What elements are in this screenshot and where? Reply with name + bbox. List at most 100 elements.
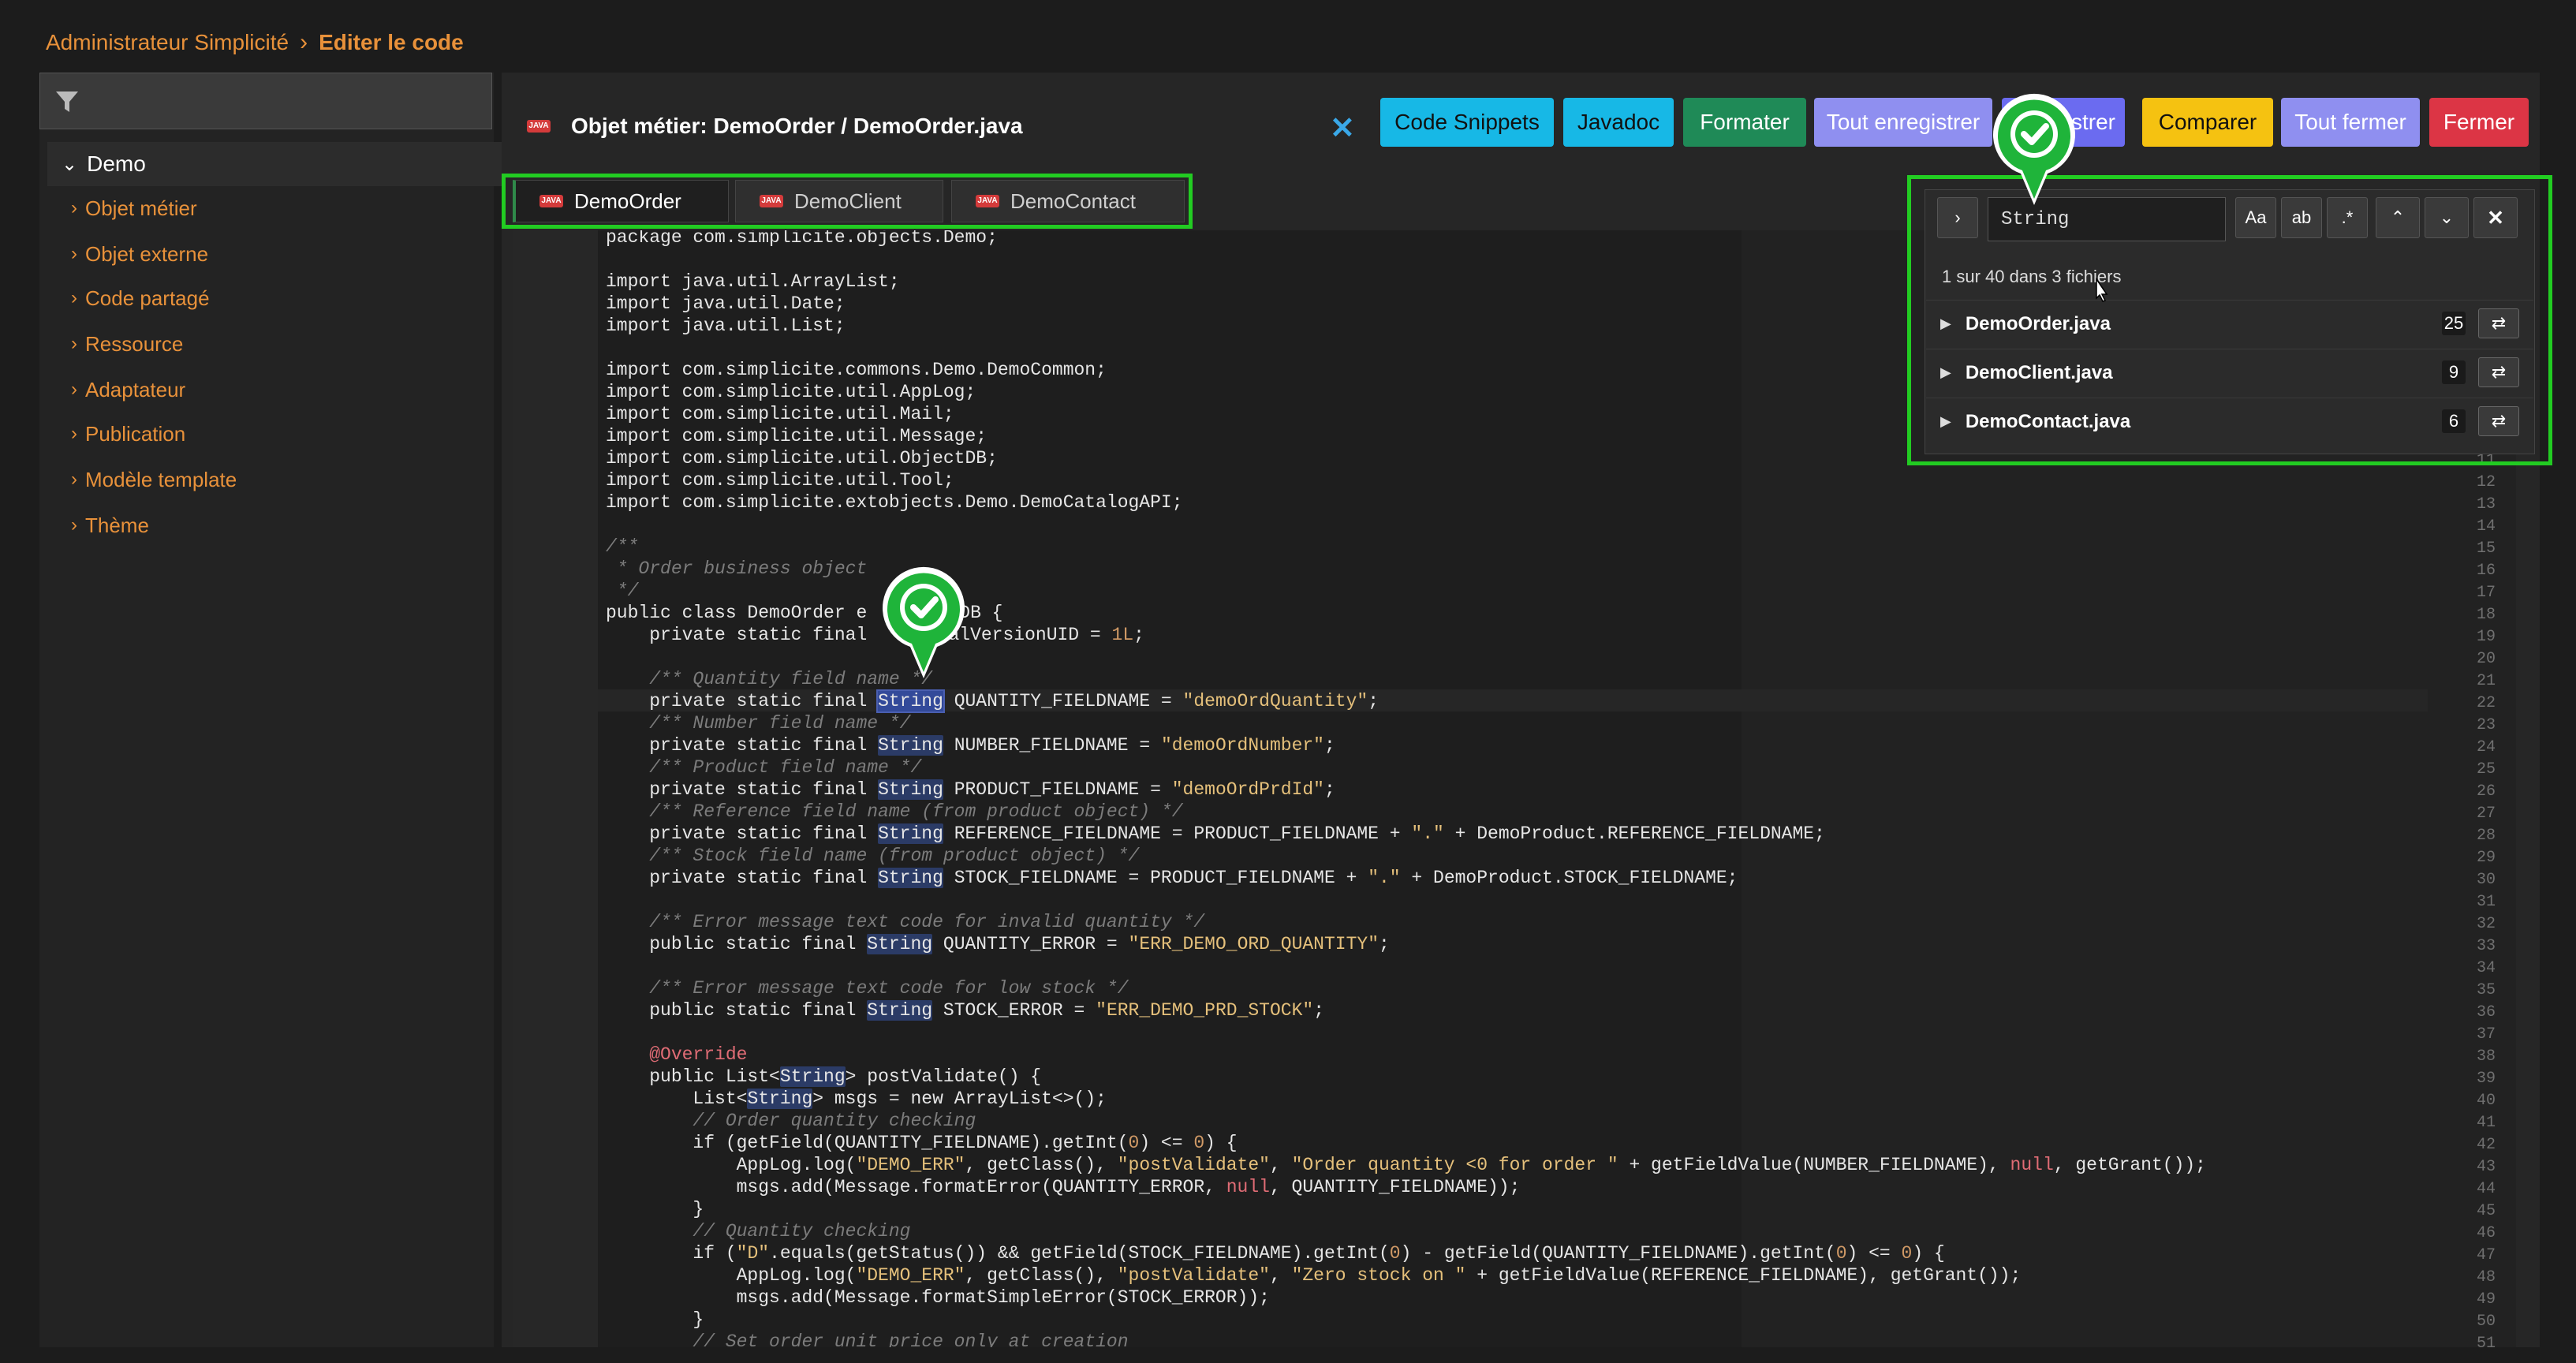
sidebar-item-label: Thème — [85, 513, 149, 537]
search-match: String — [867, 934, 933, 954]
search-match: String — [878, 823, 943, 844]
code-line: // Quantity checking — [606, 1221, 911, 1242]
javadoc-button[interactable]: Javadoc — [1563, 98, 1674, 147]
sidebar-item-label: Publication — [85, 421, 186, 446]
search-match: String — [747, 1089, 813, 1109]
line-number: 51 — [2476, 1335, 2496, 1347]
code-line: public static final String STOCK_ERROR =… — [606, 1000, 1324, 1021]
code-line: // Order quantity checking — [606, 1111, 976, 1131]
line-number: 32 — [2476, 915, 2496, 933]
code-line: import com.simplicite.extobjects.Demo.De… — [606, 492, 1183, 513]
check-marker-icon — [1993, 93, 2075, 205]
code-line: if (getField(QUANTITY_FIELDNAME).getInt(… — [606, 1133, 1238, 1153]
breadcrumb-current: Editer le code — [319, 30, 464, 54]
line-number: 19 — [2476, 628, 2496, 646]
code-line: public List<String> postValidate() { — [606, 1066, 1042, 1087]
code-line: import com.simplicite.util.Message; — [606, 426, 987, 446]
line-number: 44 — [2476, 1180, 2496, 1198]
line-number: 14 — [2476, 517, 2496, 536]
comparer-button[interactable]: Comparer — [2142, 98, 2273, 147]
code-line: package com.simplicite.objects.Demo; — [606, 230, 998, 248]
code-line: private static final erialVersionUID = 1… — [606, 625, 1144, 645]
code-line: /** Reference field name (from product o… — [606, 801, 1183, 822]
line-number: 13 — [2476, 495, 2496, 513]
chevron-right-icon: › — [71, 333, 77, 354]
line-number: 42 — [2476, 1136, 2496, 1154]
sidebar: ⌄ Demo › Objet métier › Objet externe › Cod… — [39, 73, 525, 1347]
close-x-icon[interactable]: ✕ — [1330, 110, 1355, 146]
chevron-down-icon: ⌄ — [62, 153, 78, 175]
code-line: private static final String STOCK_FIELDN… — [606, 868, 1738, 888]
sidebar-item-label: Ressource — [85, 331, 184, 356]
line-number: 40 — [2476, 1092, 2496, 1110]
line-number: 37 — [2476, 1025, 2496, 1044]
editor-title: JAVA Objet métier: DemoOrder / DemoOrder… — [527, 110, 1023, 142]
line-number: 31 — [2476, 893, 2496, 911]
search-match: String — [867, 1000, 933, 1021]
fermer-button[interactable]: Fermer — [2429, 98, 2529, 147]
line-number: 33 — [2476, 937, 2496, 955]
sidebar-item-ressource[interactable]: › Ressource — [71, 328, 183, 360]
breadcrumb: Administrateur Simplicité › Editer le co… — [46, 28, 464, 57]
code-line: msgs.add(Message.formatSimpleError(STOCK… — [606, 1287, 1270, 1308]
sidebar-item-objet-externe[interactable]: › Objet externe — [71, 238, 208, 270]
line-number-gutter — [513, 230, 598, 1347]
code-line: * Order business object — [606, 558, 868, 579]
code-line: /** Stock field name (from product objec… — [606, 846, 1140, 866]
code-line: import com.simplicite.util.AppLog; — [606, 382, 976, 402]
code-line: AppLog.log("DEMO_ERR", getClass(), "post… — [606, 1155, 2206, 1175]
tabs-highlight-box — [502, 174, 1193, 229]
line-number: 43 — [2476, 1158, 2496, 1176]
line-number: 20 — [2476, 650, 2496, 668]
sidebar-item-label: Code partagé — [85, 286, 210, 310]
sidebar-item-modele-template[interactable]: › Modèle template — [71, 464, 237, 495]
sidebar-item-label: Modèle template — [85, 467, 237, 491]
line-number: 49 — [2476, 1290, 2496, 1309]
sidebar-filter[interactable] — [39, 73, 492, 129]
sidebar-item-label: Adaptateur — [85, 377, 186, 401]
line-number: 35 — [2476, 981, 2496, 999]
tout-fermer-button[interactable]: Tout fermer — [2281, 98, 2420, 147]
line-number: 41 — [2476, 1114, 2496, 1132]
chevron-right-icon: › — [71, 379, 77, 400]
line-number: 36 — [2476, 1003, 2496, 1021]
code-line: import com.simplicite.util.ObjectDB; — [606, 448, 998, 469]
tree-root-demo[interactable]: ⌄ Demo — [47, 142, 525, 186]
code-line: /** — [606, 536, 639, 557]
code-line: /** Error message text code for invalid … — [606, 912, 1205, 932]
line-number: 25 — [2476, 760, 2496, 779]
code-line: private static final String NUMBER_FIELD… — [606, 735, 1335, 756]
search-match-current: String — [876, 689, 945, 713]
code-line: msgs.add(Message.formatError(QUANTITY_ER… — [606, 1177, 1521, 1197]
sidebar-item-adaptateur[interactable]: › Adaptateur — [71, 374, 185, 405]
line-number: 16 — [2476, 562, 2496, 580]
mouse-cursor-icon — [2096, 278, 2108, 302]
code-line: if ("D".equals(getStatus()) && getField(… — [606, 1243, 1945, 1264]
line-number: 28 — [2476, 827, 2496, 845]
code-snippets-button[interactable]: Code Snippets — [1380, 98, 1554, 147]
sidebar-item-objet-metier[interactable]: › Objet métier — [71, 192, 197, 224]
code-line: private static final String REFERENCE_FI… — [606, 823, 1825, 844]
search-match: String — [878, 779, 943, 800]
search-match: String — [878, 735, 943, 756]
line-number: 45 — [2476, 1202, 2496, 1220]
chevron-right-icon: › — [300, 29, 308, 55]
line-number: 29 — [2476, 849, 2496, 867]
sidebar-item-publication[interactable]: › Publication — [71, 418, 185, 450]
chevron-right-icon: › — [71, 423, 77, 444]
chevron-right-icon: › — [71, 287, 77, 308]
line-number: 39 — [2476, 1070, 2496, 1088]
code-line: AppLog.log("DEMO_ERR", getClass(), "post… — [606, 1265, 2022, 1286]
line-number: 21 — [2476, 672, 2496, 690]
sidebar-item-code-partage[interactable]: › Code partagé — [71, 282, 210, 314]
formater-button[interactable]: Formater — [1683, 98, 1806, 147]
java-file-icon: JAVA — [527, 120, 551, 133]
sidebar-item-theme[interactable]: › Thème — [71, 510, 149, 541]
sidebar-item-label: Objet externe — [85, 241, 209, 266]
line-number: 23 — [2476, 716, 2496, 734]
tout-enregistrer-button[interactable]: Tout enregistrer — [1814, 98, 1992, 147]
breadcrumb-parent-link[interactable]: Administrateur Simplicité — [46, 30, 289, 55]
chevron-right-icon: › — [71, 243, 77, 264]
code-line: @Override — [606, 1044, 748, 1065]
line-number: 38 — [2476, 1047, 2496, 1066]
